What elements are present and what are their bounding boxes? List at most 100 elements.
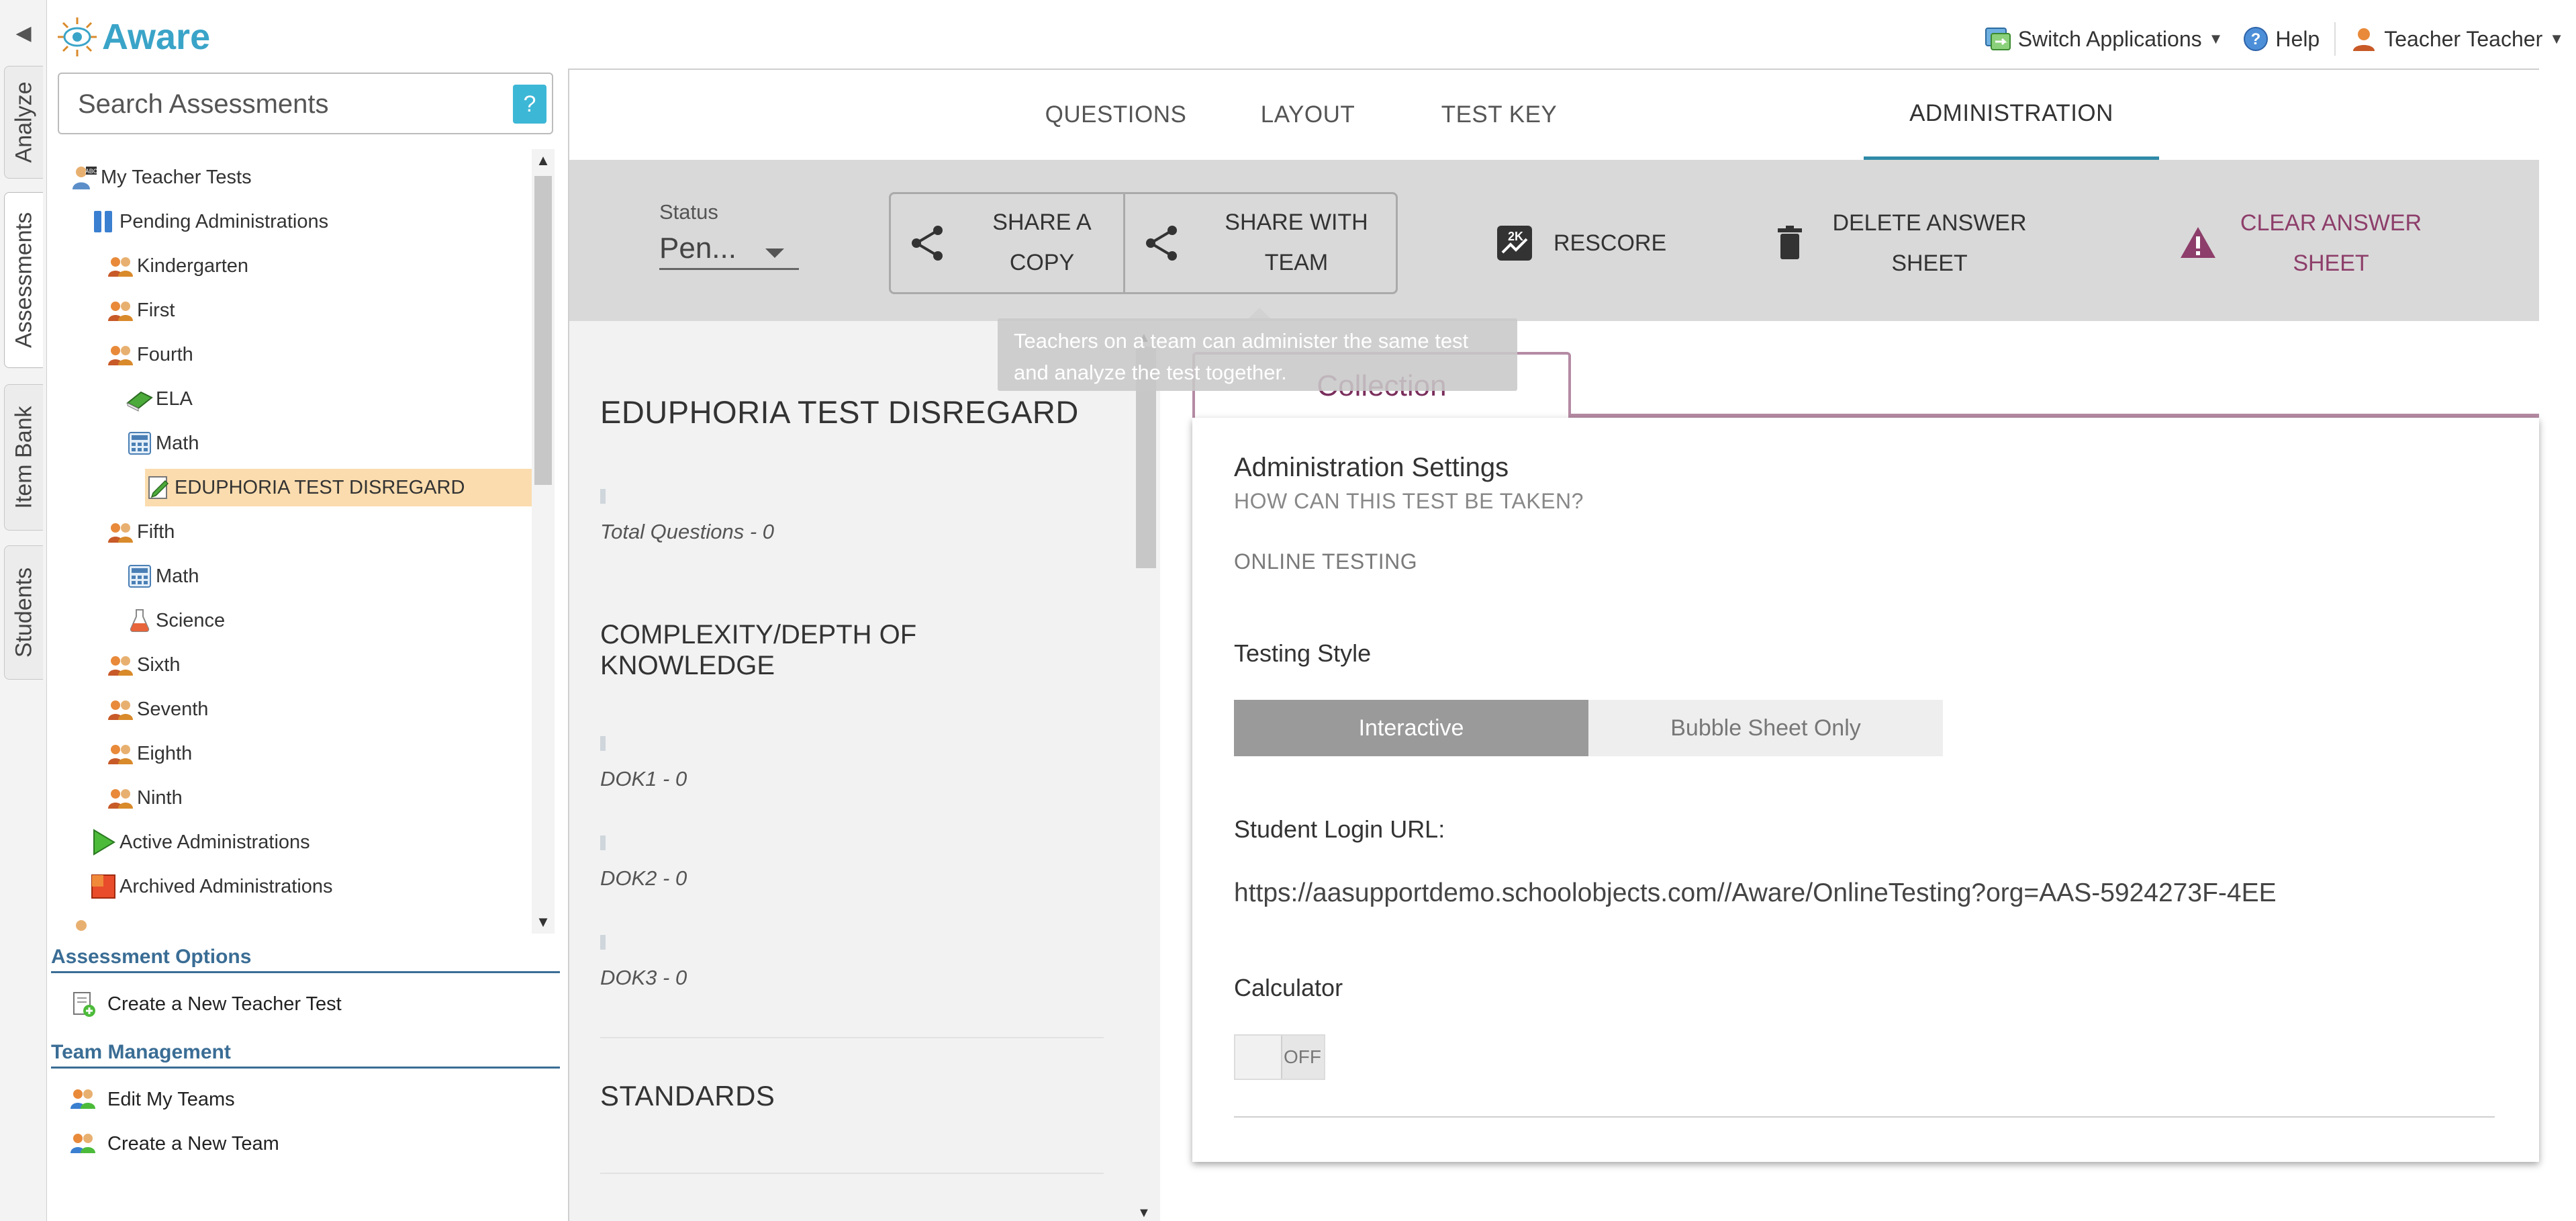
- group-icon: [108, 656, 133, 676]
- tooltip-arrow: [1249, 308, 1270, 318]
- rescore-icon: 2K: [1497, 226, 1532, 261]
- tree-node-sixth[interactable]: Sixth: [107, 646, 180, 684]
- user-menu[interactable]: Teacher Teacher ▼: [2345, 19, 2569, 59]
- trash-icon: [1778, 226, 1802, 259]
- tree-node-math[interactable]: Math: [126, 424, 199, 462]
- tree-node-archived-administrations[interactable]: Archived Administrations: [90, 868, 333, 905]
- scroll-up-icon[interactable]: ▲: [532, 152, 555, 169]
- create-new-team-label: Create a New Team: [107, 1132, 279, 1155]
- tree-node-active-administrations[interactable]: Active Administrations: [90, 823, 310, 861]
- create-teacher-test-label: Create a New Teacher Test: [107, 993, 342, 1015]
- tab-questions[interactable]: QUESTIONS: [1027, 70, 1204, 160]
- tab-layout[interactable]: LAYOUT: [1242, 70, 1374, 160]
- tree-node-eighth[interactable]: Eighth: [107, 735, 192, 772]
- header-actions: Switch Applications ▼ ? Help Teacher Tea…: [1979, 19, 2569, 59]
- team-icon: [70, 1089, 95, 1109]
- tree-node-math-fifth[interactable]: Math: [126, 557, 199, 595]
- style-bubble-sheet-button[interactable]: Bubble Sheet Only: [1588, 700, 1943, 756]
- status-value: Pen...: [659, 231, 736, 265]
- tab-test-key[interactable]: TEST KEY: [1410, 70, 1588, 160]
- tree-node-pending-administrations[interactable]: Pending Administrations: [90, 203, 328, 240]
- app-title: Aware: [102, 17, 211, 57]
- scroll-down-icon[interactable]: ▼: [532, 913, 555, 931]
- share-icon: [1146, 226, 1177, 261]
- tree-node-seventh[interactable]: Seventh: [107, 690, 208, 728]
- chevron-down-icon: ▼: [2549, 30, 2564, 47]
- scroll-down-icon[interactable]: ▼: [1137, 1206, 1151, 1221]
- tab-item-bank[interactable]: Item Bank: [4, 384, 43, 531]
- tab-students[interactable]: Students: [4, 545, 43, 680]
- tab-administration[interactable]: ADMINISTRATION: [1864, 70, 2159, 160]
- search-help-button[interactable]: ?: [513, 85, 546, 124]
- administration-settings-title: Administration Settings: [1234, 453, 1509, 482]
- total-questions-bar: [600, 489, 606, 504]
- share-copy-button[interactable]: SHARE A COPY: [891, 194, 1123, 292]
- tree-scrollbar[interactable]: ▲ ▼: [532, 149, 555, 934]
- tree-node-partial: [71, 912, 101, 934]
- rescore-button[interactable]: 2K RESCORE: [1496, 192, 1666, 294]
- user-name: Teacher Teacher: [2384, 26, 2543, 51]
- summary-scrollbar[interactable]: ▲ ▼: [1133, 330, 1157, 1221]
- tree-node-fourth[interactable]: Fourth: [107, 336, 193, 373]
- tree-node-label: Kindergarten: [137, 255, 249, 277]
- tab-students-label: Students: [11, 567, 36, 658]
- aware-eye-icon: [58, 17, 97, 56]
- flask-icon: [130, 609, 150, 632]
- dok1-value: DOK1 - 0: [600, 767, 687, 790]
- tree-node-first[interactable]: First: [107, 291, 175, 329]
- tab-analyze-label: Analyze: [11, 81, 36, 163]
- tree-node-label: Eighth: [137, 742, 193, 764]
- tab-analyze[interactable]: Analyze: [4, 66, 43, 179]
- switch-applications-icon: [1985, 28, 2011, 50]
- edit-my-teams-link[interactable]: Edit My Teams: [70, 1083, 235, 1116]
- book-icon: [126, 391, 153, 412]
- tree-node-label: Science: [156, 609, 226, 631]
- share-button-group: SHARE A COPY SHARE WITH TEAM: [889, 192, 1398, 294]
- warning-icon: [2181, 227, 2215, 258]
- test-title: EDUPHORIA TEST DISREGARD: [600, 394, 1079, 430]
- tree-node-label: Math: [156, 432, 199, 454]
- search-input[interactable]: [78, 85, 481, 124]
- testing-mode: ONLINE TESTING: [1234, 549, 1418, 574]
- style-interactive-button[interactable]: Interactive: [1234, 700, 1588, 756]
- tree-node-ninth[interactable]: Ninth: [107, 779, 183, 817]
- tree-node-my-teacher-tests[interactable]: ABC My Teacher Tests: [71, 159, 252, 196]
- tree-node-eduphoria-test[interactable]: EDUPHORIA TEST DISREGARD: [145, 469, 532, 506]
- help-button[interactable]: ? Help: [2238, 19, 2325, 59]
- tree-node-label: ELA: [156, 388, 193, 410]
- administration-settings-subtitle: HOW CAN THIS TEST BE TAKEN?: [1234, 489, 1584, 513]
- create-new-team-link[interactable]: Create a New Team: [70, 1127, 279, 1161]
- collapse-sidebar-icon[interactable]: ◀: [13, 20, 34, 47]
- section-divider: [51, 1067, 560, 1069]
- tab-item-bank-label: Item Bank: [11, 406, 36, 509]
- clear-answer-sheet-label: CLEAR ANSWER SHEET: [2240, 210, 2422, 276]
- switch-applications-button[interactable]: Switch Applications ▼: [1979, 19, 2229, 59]
- share-with-team-button[interactable]: SHARE WITH TEAM: [1125, 194, 1396, 292]
- tree-node-science[interactable]: Science: [126, 602, 225, 639]
- search-assessments: ?: [58, 73, 553, 134]
- tree-node-fifth[interactable]: Fifth: [107, 513, 175, 551]
- delete-answer-sheet-button[interactable]: DELETE ANSWER SHEET: [1771, 192, 2030, 294]
- scroll-thumb[interactable]: [534, 176, 552, 485]
- create-teacher-test-link[interactable]: Create a New Teacher Test: [70, 987, 342, 1021]
- svg-text:ABC: ABC: [85, 168, 98, 175]
- tab-assessments-label: Assessments: [11, 212, 36, 349]
- tree-node-kindergarten[interactable]: Kindergarten: [107, 247, 248, 285]
- student-login-url[interactable]: https://aasupportdemo.schoolobjects.com/…: [1234, 878, 2277, 908]
- clear-answer-sheet-button[interactable]: CLEAR ANSWER SHEET: [2179, 192, 2425, 294]
- chevron-down-icon: ▼: [2208, 30, 2224, 47]
- section-divider: [51, 971, 560, 973]
- calculator-label: Calculator: [1234, 974, 1343, 1001]
- tree-node-label: Math: [156, 565, 199, 587]
- assessment-tree: ABC My Teacher Tests Pending Administrat…: [58, 149, 532, 934]
- tree-node-label: Archived Administrations: [120, 875, 333, 897]
- edit-my-teams-label: Edit My Teams: [107, 1088, 235, 1110]
- dok-title: COMPLEXITY/DEPTH OF KNOWLEDGE: [600, 620, 917, 680]
- tree-node-ela[interactable]: ELA: [126, 380, 193, 418]
- calculator-toggle[interactable]: OFF: [1234, 1034, 1325, 1080]
- status-select[interactable]: Pen...: [659, 228, 799, 270]
- group-icon: [108, 523, 133, 543]
- status-label: Status: [659, 200, 718, 224]
- tab-assessments[interactable]: Assessments: [4, 192, 43, 368]
- test-document-icon: [148, 476, 169, 499]
